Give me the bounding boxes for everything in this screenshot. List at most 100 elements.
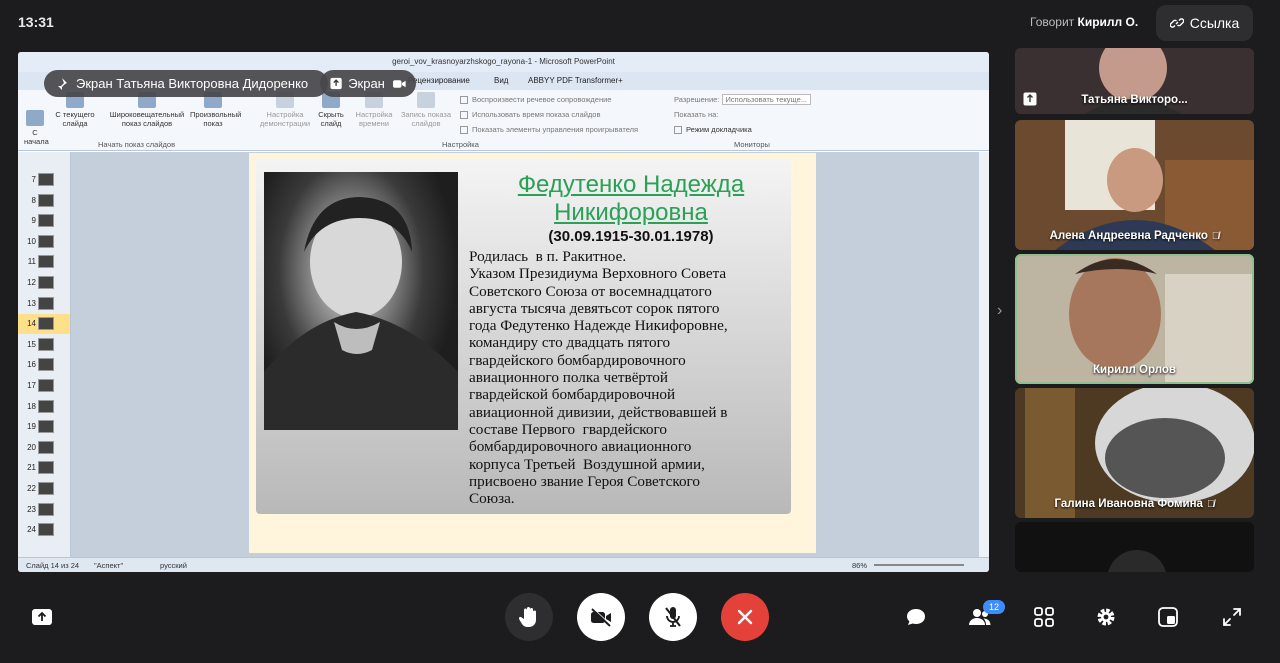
- portrait-silhouette: [264, 197, 458, 430]
- participant-tile-5[interactable]: [1015, 522, 1254, 572]
- chevron-right-icon[interactable]: ›: [997, 302, 1002, 320]
- slide-thumbnail-image: [38, 214, 54, 228]
- record-icon: [417, 92, 435, 108]
- show-on-select[interactable]: Показать на:: [674, 110, 718, 119]
- slide-thumbnail-image: [38, 420, 54, 434]
- hero-name: Федутенко Надежда Никифоровна: [486, 171, 776, 227]
- resolution-select[interactable]: Разрешение: Использовать текуще...: [674, 94, 811, 105]
- slide-thumbnail[interactable]: 20: [18, 438, 70, 458]
- grid-view-button[interactable]: [1031, 604, 1057, 630]
- from-current-button[interactable]: С текущего слайда: [52, 92, 98, 128]
- powerpoint-title: geroi_vov_krasnoyarzhskogo_rayona-1 - Mi…: [18, 52, 989, 72]
- check-timings[interactable]: Использовать время показа слайдов: [460, 110, 600, 120]
- mic-toggle-button[interactable]: [649, 593, 697, 641]
- slide-thumbnail-number: 15: [27, 339, 36, 349]
- presenter-view-label: Режим докладчика: [686, 125, 752, 134]
- camera-toggle-button[interactable]: [577, 593, 625, 641]
- hide-slide-label: Скрыть слайд: [318, 110, 344, 128]
- portrait-photo: [264, 172, 458, 430]
- slide-thumbnail-image: [38, 317, 54, 331]
- camera-icon: [392, 79, 406, 88]
- slide-thumbnail[interactable]: 23: [18, 500, 70, 520]
- rehearse-timings-label: Настройка времени: [355, 110, 393, 128]
- slide-thumbnail[interactable]: 24: [18, 520, 70, 540]
- slide-thumbnail[interactable]: 16: [18, 355, 70, 375]
- hero-name-line2: Никифоровна: [554, 199, 708, 226]
- slide-thumbnail-image: [38, 461, 54, 475]
- slide-thumbnail[interactable]: 13: [18, 294, 70, 314]
- slide-thumbnail-image: [38, 482, 54, 495]
- chat-button[interactable]: [903, 604, 929, 630]
- participant-tile-2[interactable]: Алена Андреевна Радченко 🎙̸: [1015, 120, 1254, 250]
- ribbon: С начала С текущего слайда Широковещател…: [18, 90, 989, 151]
- pin-icon: [57, 77, 67, 91]
- mic-off-icon: 🎙̸: [1211, 231, 1220, 242]
- hide-slide-button[interactable]: Скрыть слайд: [316, 92, 346, 128]
- participants-count-badge: 12: [983, 600, 1005, 614]
- slide-thumbnail-number: 14: [27, 319, 36, 329]
- screen-toggle-pill[interactable]: Экран: [320, 70, 416, 97]
- gear-icon: [1097, 608, 1115, 626]
- checkbox-icon: [460, 126, 468, 135]
- layout-icon: [1158, 607, 1178, 627]
- slide-thumbnail[interactable]: 9: [18, 211, 70, 231]
- custom-show-button[interactable]: Произвольный показ: [190, 92, 241, 128]
- slide-thumbnail[interactable]: 7: [18, 170, 70, 190]
- slide-thumbnail-number: 7: [31, 175, 36, 184]
- tab-view[interactable]: Вид: [494, 76, 508, 85]
- participant-tile-4[interactable]: Галина Ивановна Фомина 🎙̸: [1015, 388, 1254, 518]
- status-bar: Слайд 14 из 24 "Аспект" русский 86%: [18, 557, 989, 572]
- slide-thumbnail[interactable]: 15: [18, 335, 70, 355]
- broadcast-button[interactable]: Широковещательный показ слайдов: [104, 92, 190, 128]
- share-screen-button[interactable]: [29, 604, 55, 630]
- slide-content: Федутенко Надежда Никифоровна (30.09.1915…: [256, 159, 791, 514]
- slide-thumbnail[interactable]: 19: [18, 417, 70, 437]
- slide-thumbnail[interactable]: 12: [18, 273, 70, 293]
- slide-thumbnail[interactable]: 18: [18, 397, 70, 417]
- slide-thumbnail-number: 13: [27, 298, 36, 308]
- layout-button[interactable]: [1155, 604, 1181, 630]
- end-call-button[interactable]: [721, 593, 769, 641]
- slide-thumbnail[interactable]: 21: [18, 458, 70, 478]
- tab-review[interactable]: Рецензирование: [408, 76, 470, 85]
- slide-thumbnail-image: [38, 358, 54, 372]
- copy-link-button[interactable]: Ссылка: [1156, 5, 1253, 41]
- raise-hand-button[interactable]: [505, 593, 553, 641]
- resolution-label: Разрешение:: [674, 95, 720, 104]
- slide-thumbnail[interactable]: 17: [18, 376, 70, 396]
- fullscreen-button[interactable]: [1219, 604, 1245, 630]
- zoom-slider[interactable]: [874, 564, 964, 566]
- hero-dates: (30.09.1915-30.01.1978): [548, 228, 714, 245]
- record-show-button[interactable]: Запись показа слайдов: [398, 92, 454, 128]
- slide-thumbnail[interactable]: 11: [18, 252, 70, 272]
- check-narration[interactable]: Воспроизвести речевое сопровождение: [460, 95, 612, 105]
- setup-show-button[interactable]: Настройка демонстрации: [256, 92, 314, 128]
- avatar: [1107, 550, 1167, 572]
- narration-label: Воспроизвести речевое сопровождение: [472, 95, 612, 104]
- tab-abbyy[interactable]: ABBYY PDF Transformer+: [528, 76, 623, 85]
- vertical-scrollbar[interactable]: [979, 152, 989, 557]
- media-controls-label: Показать элементы управления проигрывате…: [472, 125, 639, 134]
- camera-off-icon: [591, 607, 612, 627]
- slide-thumbnail-image: [38, 296, 54, 310]
- copy-link-label: Ссылка: [1189, 15, 1240, 31]
- presenter-view-check[interactable]: Режим докладчика: [674, 125, 752, 135]
- slide-thumbnail[interactable]: 8: [18, 191, 70, 211]
- slide-thumbnail-image: [38, 173, 54, 186]
- slide-thumbnail[interactable]: 14: [18, 314, 70, 335]
- settings-button[interactable]: [1093, 604, 1119, 630]
- participant-name-4: Галина Ивановна Фомина 🎙̸: [1015, 498, 1254, 510]
- slide-thumbnail[interactable]: 22: [18, 479, 70, 499]
- slide-thumbnail[interactable]: 10: [18, 232, 70, 252]
- check-media-controls[interactable]: Показать элементы управления проигрывате…: [460, 125, 639, 135]
- participant-tile-3[interactable]: Кирилл Орлов: [1015, 254, 1254, 384]
- rehearse-timings-button[interactable]: Настройка времени: [352, 92, 396, 128]
- status-zoom: 86%: [852, 561, 868, 570]
- from-current-label: С текущего слайда: [55, 110, 95, 128]
- slide-thumbnail-number: 21: [27, 463, 36, 473]
- participant-tile-1[interactable]: Татьяна Викторо...: [1015, 48, 1254, 114]
- mic-off-icon: [665, 607, 681, 627]
- chat-icon: [907, 609, 925, 625]
- from-start-button[interactable]: С начала: [20, 110, 50, 146]
- slide-thumbnail-number: 18: [27, 401, 36, 411]
